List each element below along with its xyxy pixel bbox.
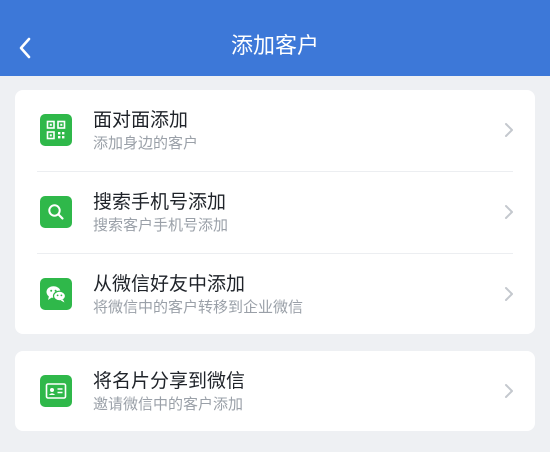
chevron-right-icon: [505, 123, 513, 137]
option-wechat-friends[interactable]: 从微信好友中添加 将微信中的客户转移到企业微信: [15, 254, 535, 334]
option-subtitle: 添加身边的客户: [93, 134, 199, 152]
option-title: 从微信好友中添加: [93, 273, 246, 295]
option-search-phone[interactable]: 搜索手机号添加 搜索客户手机号添加: [15, 172, 535, 252]
add-options-card: 面对面添加 添加身边的客户 搜索手机号添加 搜索客户手机号添加 从微信好友中添加…: [15, 90, 535, 334]
option-face-to-face[interactable]: 面对面添加 添加身边的客户: [15, 90, 535, 170]
app-header: 添加客户: [0, 0, 550, 76]
chevron-right-icon: [505, 384, 513, 398]
option-subtitle: 搜索客户手机号添加: [93, 216, 229, 234]
option-title: 搜索手机号添加: [93, 191, 227, 213]
business-card-icon: [40, 375, 72, 407]
option-subtitle: 邀请微信中的客户添加: [93, 395, 244, 413]
option-subtitle: 将微信中的客户转移到企业微信: [93, 298, 304, 316]
chevron-right-icon: [505, 287, 513, 301]
page-title: 添加客户: [230, 34, 319, 59]
chevron-right-icon: [505, 205, 513, 219]
wechat-icon: [40, 278, 72, 310]
option-title: 将名片分享到微信: [93, 370, 246, 392]
qr-code-icon: [40, 114, 72, 146]
option-title: 面对面添加: [93, 109, 189, 131]
option-share-card[interactable]: 将名片分享到微信 邀请微信中的客户添加: [15, 351, 535, 431]
search-icon: [40, 196, 72, 228]
share-card: 将名片分享到微信 邀请微信中的客户添加: [15, 351, 535, 431]
